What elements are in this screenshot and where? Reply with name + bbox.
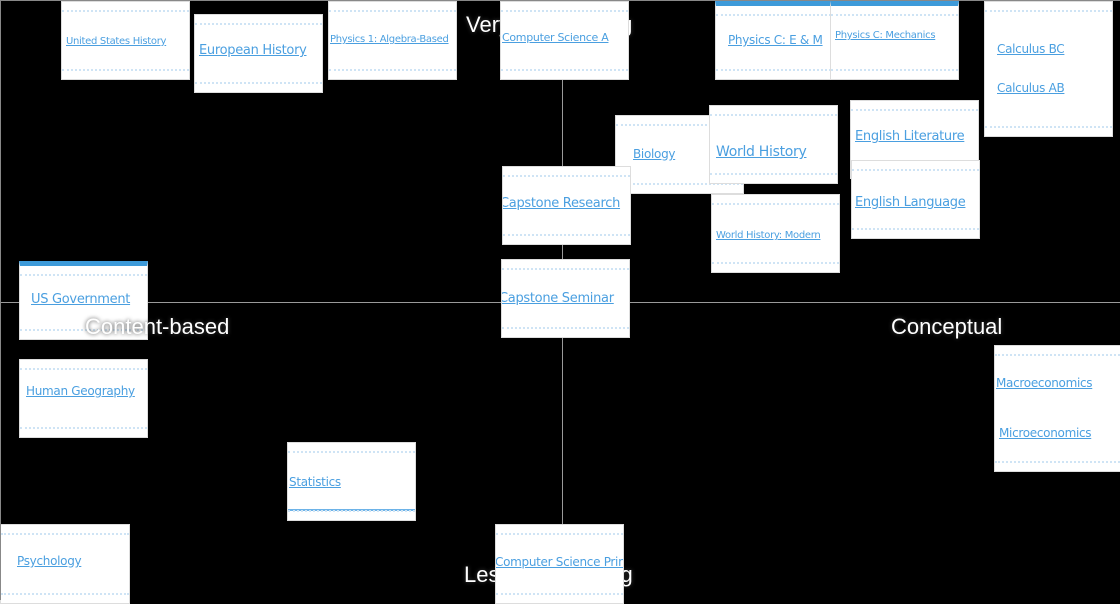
course-card: Computer Science A (500, 1, 629, 80)
course-card: United States History (61, 1, 190, 80)
course-card: English Language (851, 160, 980, 239)
course-card: Physics 1: Algebra-Based (328, 1, 457, 80)
course-card: European History (194, 14, 323, 93)
course-card: World History: Modern (711, 194, 840, 273)
course-link[interactable]: English Language (855, 195, 966, 210)
course-link[interactable]: Computer Science Principles (496, 555, 623, 569)
course-card: Capstone Seminar (501, 259, 630, 338)
course-card: Physics C: Mechanics (830, 1, 959, 80)
course-card: Computer Science Principles (495, 524, 624, 604)
course-card: Physics C: E & M (715, 1, 844, 80)
course-card: Psychology (0, 524, 130, 604)
course-link[interactable]: Capstone Seminar (502, 291, 614, 306)
course-card: Statistics (287, 442, 416, 521)
course-card: Human Geography (19, 359, 148, 438)
course-link[interactable]: Statistics (289, 475, 341, 489)
course-link[interactable]: Computer Science A (502, 31, 609, 44)
course-link[interactable]: World History: Modern (716, 230, 821, 241)
course-link[interactable]: Physics C: E & M (728, 33, 823, 47)
course-card: World History (709, 105, 838, 184)
course-card: Macroeconomics Microeconomics (994, 345, 1120, 472)
course-card: Capstone Research (502, 166, 631, 245)
course-link[interactable]: Capstone Research (503, 196, 620, 211)
course-link[interactable]: Microeconomics (999, 426, 1092, 440)
course-link[interactable]: World History (716, 144, 807, 160)
underline-bar (288, 509, 415, 511)
course-link[interactable]: Macroeconomics (996, 376, 1093, 390)
axis-label-left: Content-based (85, 314, 230, 339)
course-link[interactable]: Physics 1: Algebra-Based (330, 34, 449, 45)
course-link[interactable]: Human Geography (26, 384, 135, 398)
course-link[interactable]: United States History (66, 36, 166, 47)
course-link[interactable]: English Literature (855, 129, 965, 144)
course-link[interactable]: Psychology (17, 554, 82, 568)
course-card: Calculus BC Calculus AB (984, 1, 1113, 137)
course-link[interactable]: US Government (31, 292, 130, 307)
course-link[interactable]: European History (199, 43, 307, 58)
course-link[interactable]: Physics C: Mechanics (835, 30, 936, 41)
axis-label-right: Conceptual (891, 314, 1003, 339)
course-link[interactable]: Biology (633, 147, 676, 161)
course-link[interactable]: Calculus BC (997, 42, 1065, 56)
course-link[interactable]: Calculus AB (997, 81, 1065, 95)
